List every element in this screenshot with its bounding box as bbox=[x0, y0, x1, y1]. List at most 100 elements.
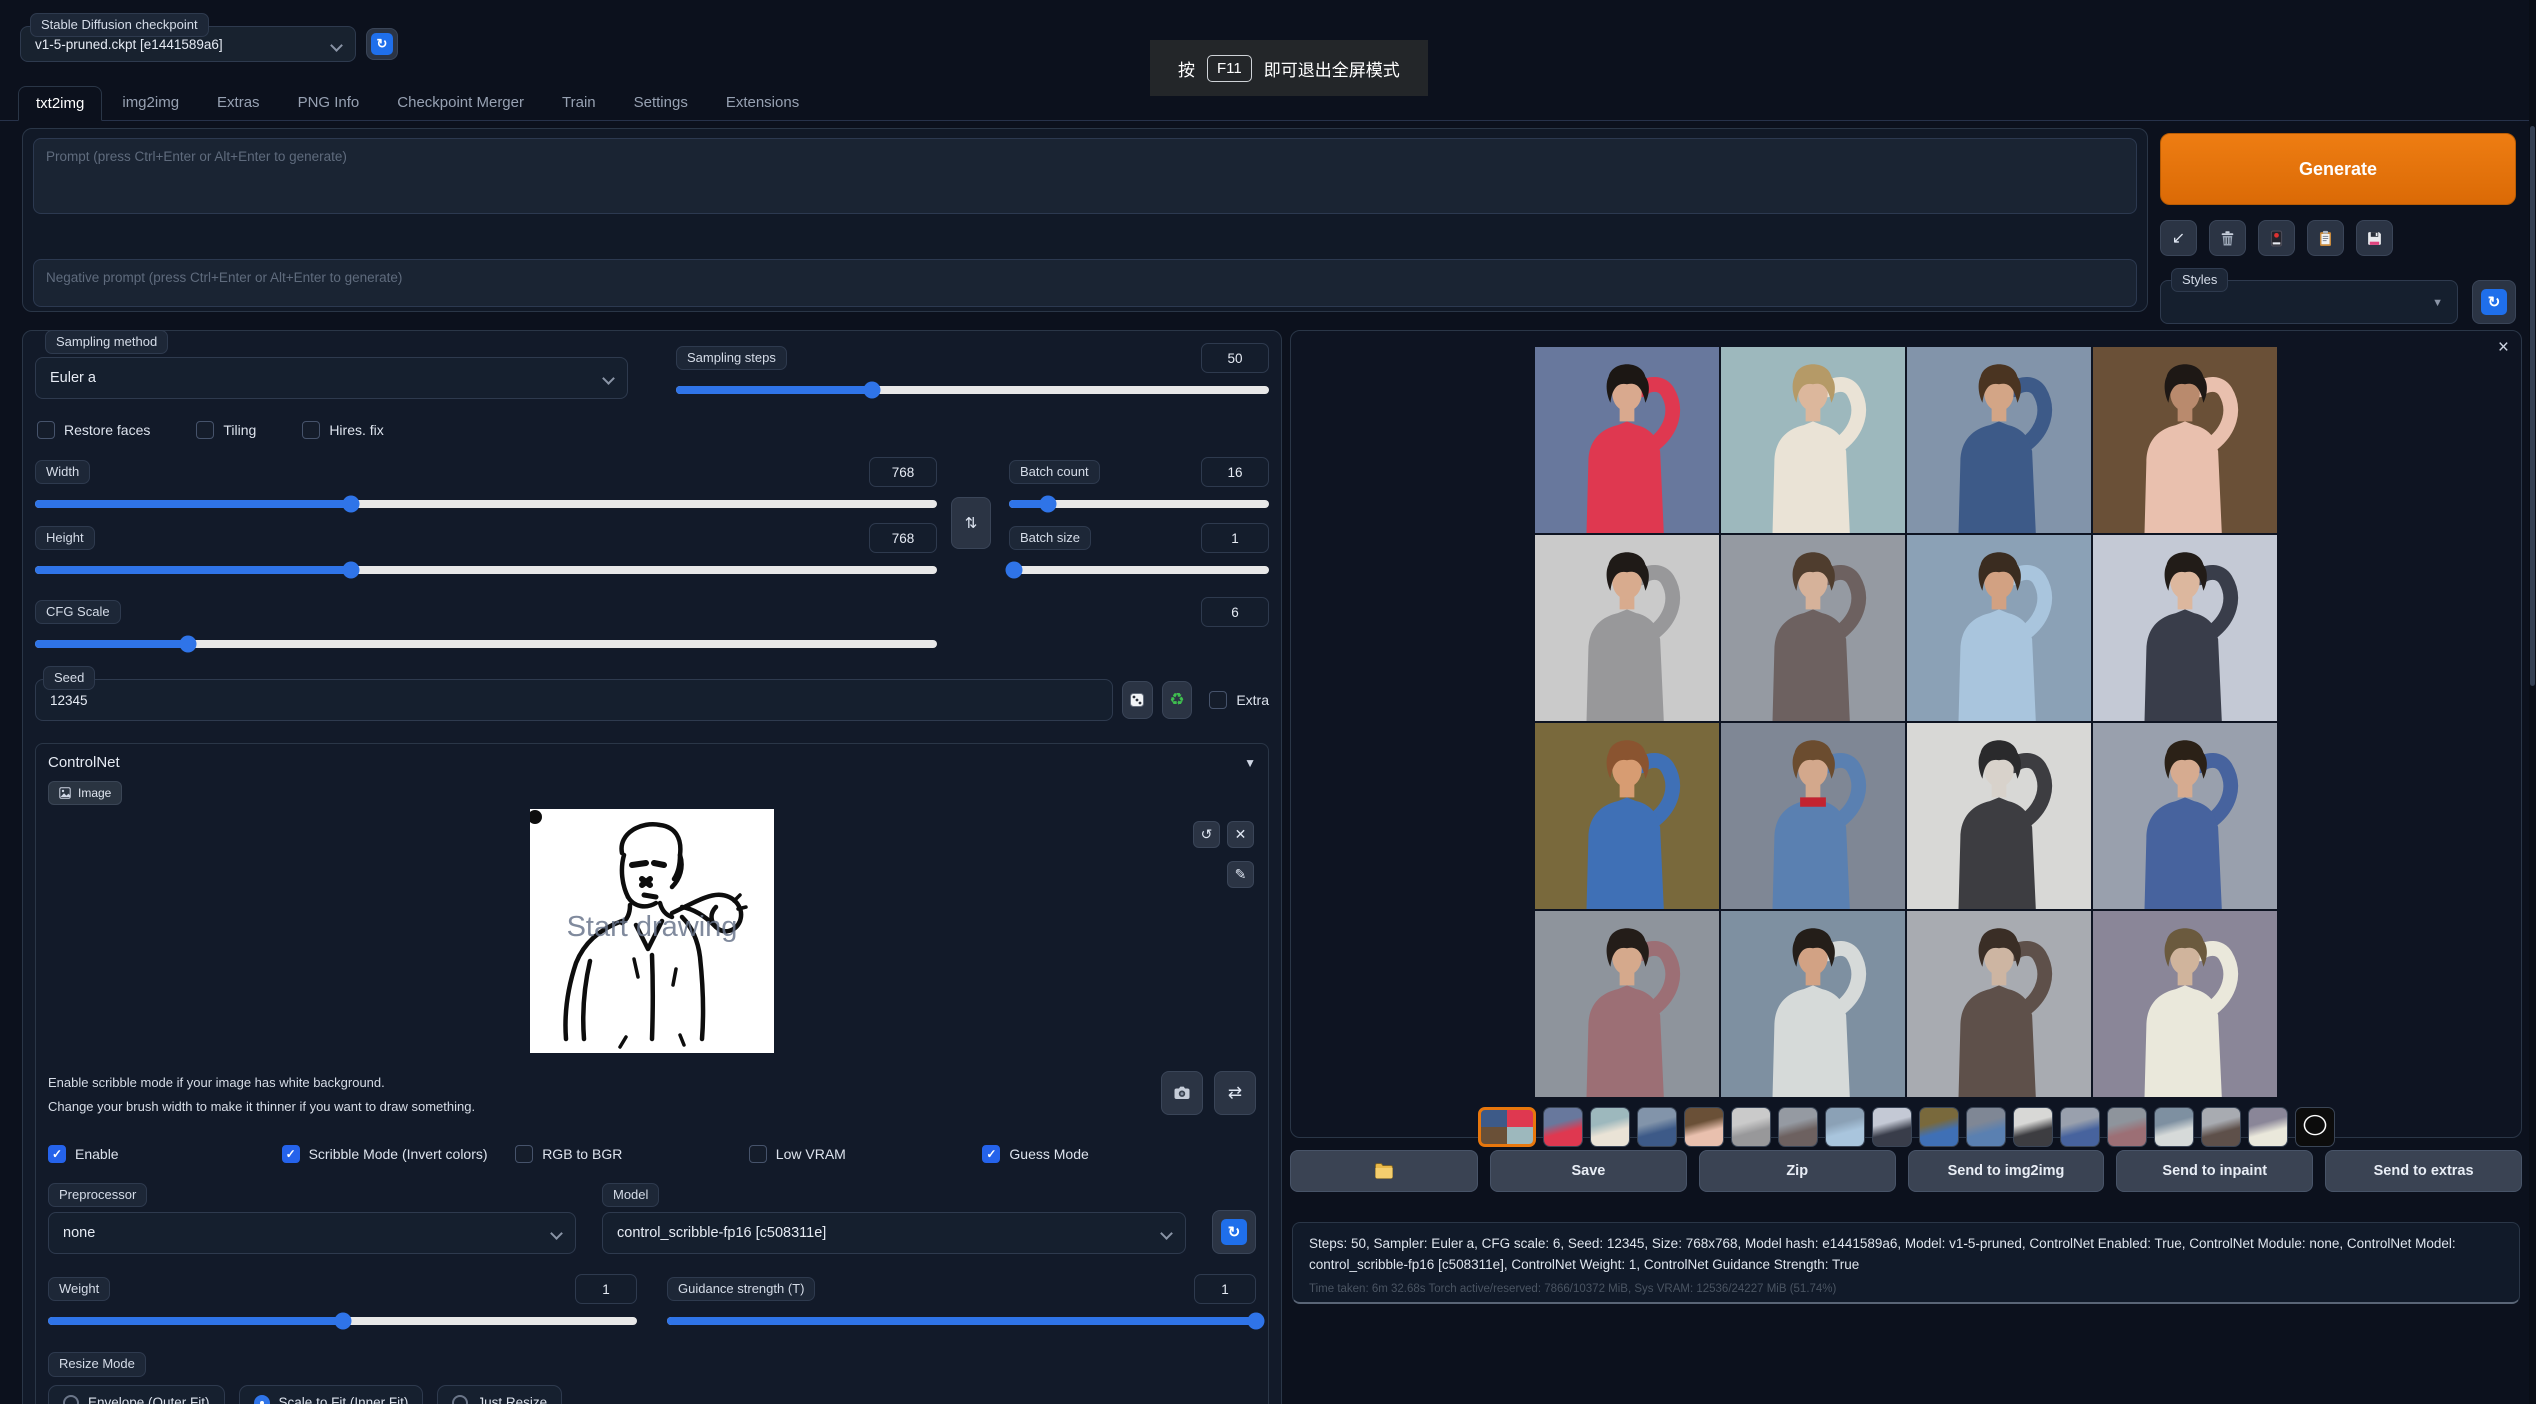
toggle-checkbox[interactable]: Restore faces bbox=[37, 421, 150, 439]
batch-count-slider[interactable] bbox=[1009, 495, 1269, 513]
negative-prompt-input[interactable] bbox=[33, 259, 2137, 307]
model-select[interactable]: control_scribble-fp16 [c508311e] bbox=[602, 1212, 1186, 1254]
close-gallery-button[interactable]: × bbox=[2498, 337, 2509, 359]
gallery-action-button[interactable]: Zip bbox=[1699, 1150, 1896, 1192]
gallery-thumbnail[interactable] bbox=[1966, 1107, 2006, 1147]
controlnet-checkbox[interactable]: Enable bbox=[48, 1145, 282, 1163]
gallery-action-button[interactable]: Save bbox=[1490, 1150, 1687, 1192]
styles-select[interactable]: Styles ▼ bbox=[2160, 280, 2458, 324]
slider-knob[interactable] bbox=[1248, 1313, 1265, 1330]
gallery-thumbnail[interactable] bbox=[1637, 1107, 1677, 1147]
reuse-seed-button[interactable]: ♻ bbox=[1162, 681, 1193, 719]
slider-knob[interactable] bbox=[342, 496, 359, 513]
result-image[interactable] bbox=[1535, 911, 1719, 1097]
result-image[interactable] bbox=[1721, 723, 1905, 909]
batch-size-value[interactable]: 1 bbox=[1201, 523, 1269, 553]
width-slider[interactable] bbox=[35, 495, 937, 513]
clear-image-button[interactable]: ✕ bbox=[1227, 821, 1254, 848]
tab[interactable]: Train bbox=[544, 85, 614, 120]
open-folder-button[interactable] bbox=[1290, 1150, 1478, 1192]
checkbox[interactable] bbox=[749, 1145, 767, 1163]
model-refresh-button[interactable]: ↻ bbox=[1212, 1210, 1256, 1254]
result-image[interactable] bbox=[1721, 347, 1905, 533]
gallery-action-button[interactable]: Send to extras bbox=[2325, 1150, 2522, 1192]
apply-style-button[interactable] bbox=[2307, 220, 2344, 256]
gallery-thumbnail[interactable] bbox=[1731, 1107, 1771, 1147]
width-value[interactable]: 768 bbox=[869, 457, 937, 487]
gallery-thumbnail[interactable] bbox=[2060, 1107, 2100, 1147]
tab[interactable]: Extensions bbox=[708, 85, 817, 120]
tab[interactable]: Extras bbox=[199, 85, 278, 120]
styles-refresh-button[interactable]: ↻ bbox=[2472, 280, 2516, 324]
scrollbar-thumb[interactable] bbox=[2530, 126, 2535, 686]
sampling-steps-slider[interactable] bbox=[676, 381, 1269, 399]
checkbox[interactable] bbox=[48, 1145, 66, 1163]
extra-networks-button[interactable] bbox=[2258, 220, 2295, 256]
mirror-webcam-button[interactable]: ⇄ bbox=[1214, 1071, 1256, 1115]
controlnet-canvas-area[interactable]: Start drawing ↺ ✕ ✎ bbox=[48, 809, 1256, 1061]
webcam-button[interactable] bbox=[1161, 1071, 1203, 1115]
controlnet-checkbox[interactable]: Low VRAM bbox=[749, 1145, 983, 1163]
gallery-thumbnail[interactable] bbox=[1872, 1107, 1912, 1147]
controlnet-checkbox[interactable]: RGB to BGR bbox=[515, 1145, 749, 1163]
gallery-thumbnail[interactable] bbox=[2107, 1107, 2147, 1147]
controlnet-image-tab[interactable]: Image bbox=[48, 781, 122, 805]
gallery-thumbnail[interactable] bbox=[2248, 1107, 2288, 1147]
checkbox[interactable] bbox=[282, 1145, 300, 1163]
swap-dimensions-button[interactable]: ⇅ bbox=[951, 497, 991, 549]
save-style-button[interactable] bbox=[2356, 220, 2393, 256]
gallery-thumbnail[interactable] bbox=[2201, 1107, 2241, 1147]
tab[interactable]: PNG Info bbox=[280, 85, 378, 120]
toggle-checkbox[interactable]: Hires. fix bbox=[302, 421, 383, 439]
preprocessor-select[interactable]: none bbox=[48, 1212, 576, 1254]
checkbox[interactable] bbox=[982, 1145, 1000, 1163]
checkbox[interactable] bbox=[37, 421, 55, 439]
checkbox[interactable] bbox=[515, 1145, 533, 1163]
controlnet-checkbox[interactable]: Guess Mode bbox=[982, 1145, 1216, 1163]
tab[interactable]: img2img bbox=[104, 85, 197, 120]
result-image[interactable] bbox=[1907, 347, 2091, 533]
result-image[interactable] bbox=[2093, 347, 2277, 533]
gallery-action-button[interactable]: Send to img2img bbox=[1908, 1150, 2105, 1192]
cfg-scale-slider[interactable] bbox=[35, 635, 937, 653]
extra-seed-checkbox[interactable]: Extra bbox=[1209, 691, 1269, 709]
controlnet-checkbox[interactable]: Scribble Mode (Invert colors) bbox=[282, 1145, 516, 1163]
result-image[interactable] bbox=[1535, 535, 1719, 721]
page-scrollbar[interactable] bbox=[2529, 0, 2536, 1404]
result-image[interactable] bbox=[2093, 911, 2277, 1097]
result-image[interactable] bbox=[1907, 911, 2091, 1097]
paste-params-button[interactable]: ↙ bbox=[2160, 220, 2197, 256]
height-value[interactable]: 768 bbox=[869, 523, 937, 553]
gallery-thumbnail[interactable] bbox=[1825, 1107, 1865, 1147]
result-image[interactable] bbox=[1535, 347, 1719, 533]
slider-knob[interactable] bbox=[334, 1313, 351, 1330]
slider-knob[interactable] bbox=[863, 382, 880, 399]
tab[interactable]: Settings bbox=[616, 85, 706, 120]
sampling-method-select[interactable]: Euler a bbox=[35, 357, 628, 399]
checkbox[interactable] bbox=[1209, 691, 1227, 709]
radio[interactable] bbox=[452, 1395, 468, 1404]
gallery-thumbnail[interactable] bbox=[1478, 1107, 1536, 1147]
resize-mode-radio[interactable]: Scale to Fit (Inner Fit) bbox=[239, 1385, 424, 1404]
brush-button[interactable]: ✎ bbox=[1227, 861, 1254, 888]
clear-prompt-button[interactable] bbox=[2209, 220, 2246, 256]
scribble-canvas[interactable]: Start drawing bbox=[530, 809, 774, 1053]
controlnet-header[interactable]: ControlNet ▼ bbox=[48, 754, 1256, 771]
weight-slider[interactable] bbox=[48, 1312, 637, 1330]
gallery-action-button[interactable]: Send to inpaint bbox=[2116, 1150, 2313, 1192]
tab[interactable]: Checkpoint Merger bbox=[379, 85, 542, 120]
result-image[interactable] bbox=[2093, 535, 2277, 721]
guidance-strength-slider[interactable] bbox=[667, 1312, 1256, 1330]
slider-knob[interactable] bbox=[342, 562, 359, 579]
gallery-thumbnail[interactable] bbox=[2154, 1107, 2194, 1147]
checkpoint-refresh-button[interactable]: ↻ bbox=[366, 28, 398, 60]
weight-value[interactable]: 1 bbox=[575, 1274, 637, 1304]
guidance-strength-value[interactable]: 1 bbox=[1194, 1274, 1256, 1304]
radio[interactable] bbox=[63, 1395, 79, 1404]
result-image[interactable] bbox=[2093, 723, 2277, 909]
gallery-thumbnail[interactable] bbox=[1778, 1107, 1818, 1147]
toggle-checkbox[interactable]: Tiling bbox=[196, 421, 256, 439]
gallery-thumbnail[interactable] bbox=[2295, 1107, 2335, 1147]
resize-mode-radio[interactable]: Just Resize bbox=[437, 1385, 562, 1404]
result-image[interactable] bbox=[1535, 723, 1719, 909]
